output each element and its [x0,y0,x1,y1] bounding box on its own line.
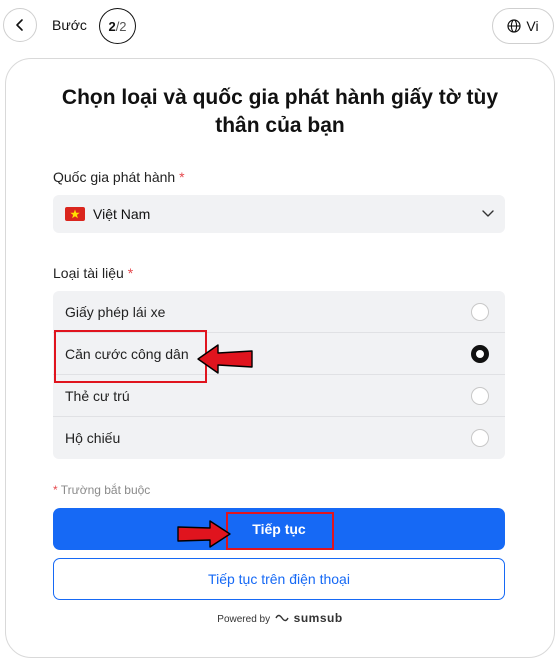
radio-button[interactable] [471,387,489,405]
required-note: * Trường bắt buộc [53,483,150,497]
country-label: Quốc gia phát hành * [53,169,185,185]
highlight-box-continue [226,512,334,550]
document-type-label: Loại tài liệu * [53,265,133,281]
radio-button-selected[interactable] [471,345,489,363]
radio-button[interactable] [471,303,489,321]
page-title: Chọn loại và quốc gia phát hành giấy tờ … [61,86,499,137]
language-label: Vi [526,18,539,34]
step-label: Bước [52,17,87,33]
option-passport[interactable]: Hộ chiếu [53,417,505,459]
required-note-text: Trường bắt buộc [60,483,151,497]
powered-by-footer: Powered by sumsub [0,611,560,625]
option-label: Hộ chiếu [65,430,121,446]
required-mark: * [179,169,185,185]
globe-icon [507,19,521,33]
back-button[interactable] [3,8,37,42]
top-bar: Bước 2/2 Vi [0,0,560,58]
option-driver-license[interactable]: Giấy phép lái xe [53,291,505,333]
sumsub-logo-icon [275,614,289,622]
radio-button[interactable] [471,429,489,447]
step-indicator: 2/2 [99,8,136,44]
country-select[interactable]: Việt Nam [53,195,505,233]
chevron-left-icon [16,19,23,31]
red-arrow-right-icon [177,520,231,548]
brand-name: sumsub [293,611,343,625]
step-current: 2 [108,18,116,34]
required-mark: * [53,483,58,497]
continue-on-phone-button[interactable]: Tiếp tục trên điện thoại [53,558,505,600]
document-type-label-text: Loại tài liệu [53,265,124,281]
country-value: Việt Nam [93,206,151,222]
step-total: /2 [115,18,127,34]
vietnam-flag-icon [65,207,85,221]
country-label-text: Quốc gia phát hành [53,169,176,185]
required-mark: * [127,265,134,281]
language-button[interactable]: Vi [492,8,554,44]
chevron-down-icon [482,210,494,217]
option-label: Thẻ cư trú [65,388,130,404]
red-arrow-left-icon [197,344,253,374]
option-label: Giấy phép lái xe [65,304,166,320]
powered-by-text: Powered by [217,614,271,625]
highlight-box-citizen-id [54,330,207,383]
